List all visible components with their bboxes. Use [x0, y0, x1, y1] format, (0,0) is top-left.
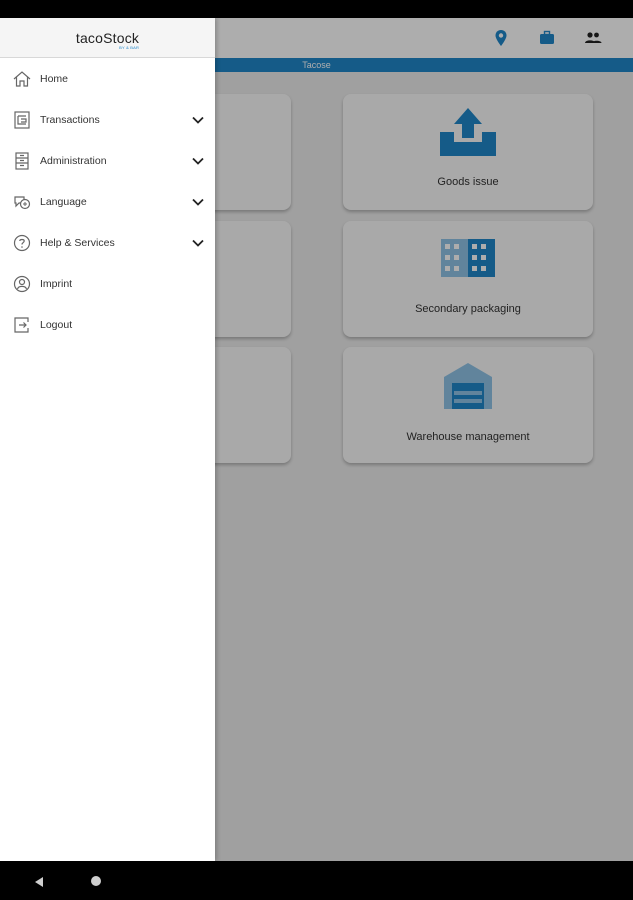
system-navigation-bar — [0, 861, 633, 900]
drawer-menu: Home Transactions Administration Languag… — [0, 58, 215, 345]
app-logo-subtitle: BY & BAR — [119, 44, 140, 50]
menu-item-label: Logout — [40, 318, 73, 331]
transactions-icon — [12, 110, 32, 130]
imprint-icon — [12, 274, 32, 294]
back-icon[interactable] — [33, 875, 45, 887]
menu-item-label: Language — [40, 195, 87, 208]
app-logo: tacoStock BY & BAR — [75, 29, 140, 50]
menu-item-administration[interactable]: Administration — [0, 140, 215, 181]
menu-item-home[interactable]: Home — [0, 58, 215, 99]
chevron-down-icon[interactable] — [191, 195, 205, 209]
menu-item-logout[interactable]: Logout — [0, 304, 215, 345]
chevron-down-icon[interactable] — [191, 236, 205, 250]
drawer-header: tacoStock BY & BAR — [0, 18, 215, 58]
menu-item-language[interactable]: Language — [0, 181, 215, 222]
chevron-down-icon[interactable] — [191, 154, 205, 168]
status-bar — [0, 0, 633, 18]
menu-item-label: Administration — [40, 154, 107, 167]
chevron-down-icon[interactable] — [191, 113, 205, 127]
logout-icon — [12, 315, 32, 335]
menu-item-transactions[interactable]: Transactions — [0, 99, 215, 140]
administration-icon — [12, 151, 32, 171]
app-logo-text: tacoStock — [75, 29, 140, 46]
navigation-drawer: tacoStock BY & BAR Home Transactions Adm… — [0, 18, 215, 861]
menu-item-label: Home — [40, 72, 69, 85]
menu-item-label: Help & Services — [40, 236, 115, 249]
help-icon — [12, 233, 32, 253]
language-icon — [12, 192, 32, 212]
home-icon — [12, 69, 32, 89]
home-nav-icon[interactable] — [91, 876, 101, 886]
menu-item-imprint[interactable]: Imprint — [0, 263, 215, 304]
menu-item-label: Transactions — [40, 113, 100, 126]
menu-item-help-services[interactable]: Help & Services — [0, 222, 215, 263]
menu-item-label: Imprint — [40, 277, 73, 290]
app-screen: Tacose Goods issue Secondary packaging W… — [0, 18, 633, 861]
